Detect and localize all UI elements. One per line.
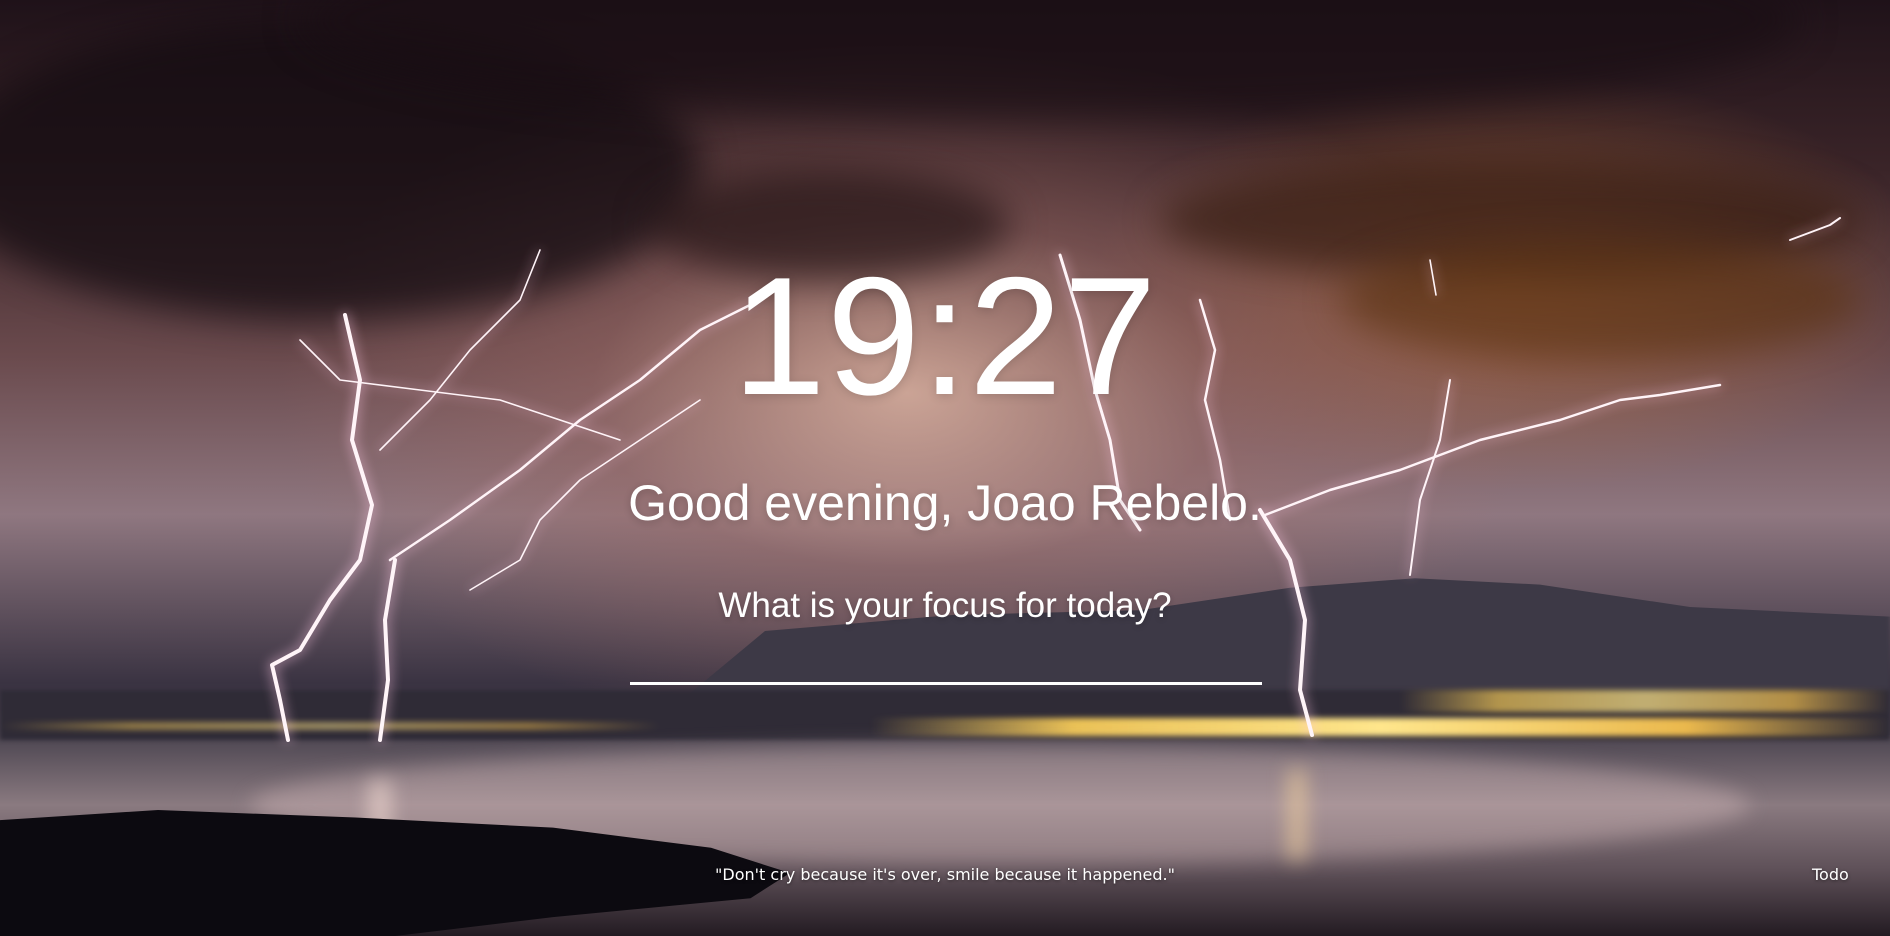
momentum-dashboard: 19:27 Good evening, Joao Rebelo. What is… <box>0 0 1890 936</box>
focus-question: What is your focus for today? <box>718 586 1172 625</box>
focus-input[interactable] <box>630 634 1262 685</box>
greeting-text: Good evening, Joao Rebelo. <box>628 475 1262 531</box>
clock-time: 19:27 <box>732 242 1158 430</box>
daily-quote: "Don't cry because it's over, smile beca… <box>715 865 1175 884</box>
todo-link[interactable]: Todo <box>1812 865 1849 885</box>
